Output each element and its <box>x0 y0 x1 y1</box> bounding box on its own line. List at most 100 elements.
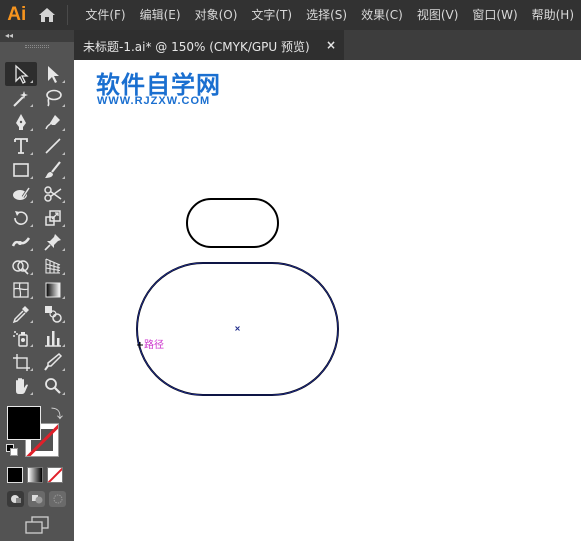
lasso-icon <box>46 89 62 107</box>
gradient-tool[interactable] <box>37 278 69 302</box>
artboard-icon <box>13 354 30 371</box>
draw-behind-icon <box>31 495 42 504</box>
menu-help[interactable]: 帮助(H) <box>525 0 581 30</box>
menu-bar: Ai 文件(F) 编辑(E) 对象(O) 文字(T) 选择(S) 效果(C) 视… <box>0 0 581 30</box>
curvature-pen-icon <box>45 115 60 130</box>
symbol-sprayer-tool[interactable] <box>5 326 37 350</box>
selection-tool[interactable] <box>5 62 37 86</box>
menu-separator <box>67 5 69 25</box>
direct-selection-tool[interactable] <box>37 62 69 86</box>
document-tab[interactable]: 未标题-1.ai* @ 150% (CMYK/GPU 预览) × <box>74 30 344 60</box>
menu-window[interactable]: 窗口(W) <box>465 0 524 30</box>
fill-stroke-widget: ⤵ <box>5 403 69 463</box>
menu-type[interactable]: 文字(T) <box>244 0 299 30</box>
panel-grip[interactable] <box>0 42 74 50</box>
center-point-marker <box>235 326 240 331</box>
rotate-tool[interactable] <box>5 206 37 230</box>
menu-file[interactable]: 文件(F) <box>78 0 132 30</box>
gradient-icon <box>45 282 61 298</box>
line-segment-icon <box>45 138 61 154</box>
home-icon <box>39 8 56 22</box>
small-rounded-rectangle[interactable] <box>186 198 279 248</box>
menu-effect[interactable]: 效果(C) <box>354 0 410 30</box>
menu-object[interactable]: 对象(O) <box>188 0 245 30</box>
scale-icon <box>45 210 61 226</box>
draw-inside-icon <box>53 494 62 504</box>
zoom-tool[interactable] <box>37 374 69 398</box>
artboard-canvas[interactable]: 软件自学网 WWW.RJZXW.COM 路径 <box>74 60 581 541</box>
magic-wand-tool[interactable] <box>5 86 37 110</box>
screen-mode-icon[interactable] <box>24 516 50 534</box>
curvature-tool[interactable] <box>37 110 69 134</box>
column-graph-tool[interactable] <box>37 326 69 350</box>
draw-normal-button[interactable] <box>7 491 24 507</box>
scissors-tool[interactable] <box>37 182 69 206</box>
paintbrush-icon <box>45 161 61 178</box>
hand-icon <box>16 378 28 394</box>
direct-selection-arrow-icon <box>48 66 59 83</box>
tools-panel: ◂◂ ⤵ <box>0 30 74 541</box>
default-colors-icon[interactable] <box>6 444 18 456</box>
draw-inside-button[interactable] <box>49 491 66 507</box>
draw-normal-icon <box>10 495 21 503</box>
line-segment-tool[interactable] <box>37 134 69 158</box>
pen-nib-icon <box>16 114 26 130</box>
fill-color-swatch[interactable] <box>7 406 41 440</box>
shape-builder-tool[interactable] <box>5 254 37 278</box>
rectangle-tool[interactable] <box>5 158 37 182</box>
width-tool[interactable] <box>5 230 37 254</box>
magnifier-icon <box>45 378 61 394</box>
draw-behind-button[interactable] <box>28 491 45 507</box>
swap-fill-stroke-icon[interactable]: ⤵ <box>51 405 63 422</box>
rotate-icon <box>14 211 28 225</box>
close-icon[interactable]: × <box>326 38 336 52</box>
perspective-grid-tool[interactable] <box>37 254 69 278</box>
pushpin-icon <box>44 234 61 251</box>
document-tab-label: 未标题-1.ai* @ 150% (CMYK/GPU 预览) <box>83 39 310 54</box>
artboard-tool[interactable] <box>5 350 37 374</box>
slice-tool[interactable] <box>37 350 69 374</box>
shaper-icon <box>13 187 31 200</box>
eyedropper-icon <box>12 306 29 324</box>
type-t-icon <box>14 138 28 154</box>
scissors-icon <box>44 186 62 202</box>
tool-grid <box>5 62 69 398</box>
width-icon <box>11 237 31 247</box>
color-mode-buttons <box>5 467 69 485</box>
menu-edit[interactable]: 编辑(E) <box>133 0 188 30</box>
puppet-warp-tool[interactable] <box>37 230 69 254</box>
document-tab-bar: 未标题-1.ai* @ 150% (CMYK/GPU 预览) × <box>74 30 581 60</box>
drawing-mode-buttons <box>5 491 69 509</box>
blend-icon <box>45 306 62 323</box>
pen-tool[interactable] <box>5 110 37 134</box>
menu-select[interactable]: 选择(S) <box>299 0 354 30</box>
blend-tool[interactable] <box>37 302 69 326</box>
home-button[interactable] <box>33 0 61 30</box>
shaper-tool[interactable] <box>5 182 37 206</box>
rectangle-icon <box>13 163 29 177</box>
scale-tool[interactable] <box>37 206 69 230</box>
mesh-tool[interactable] <box>5 278 37 302</box>
perspective-grid-icon <box>45 258 61 274</box>
spray-can-icon <box>13 331 28 347</box>
illustrator-window: Ai 文件(F) 编辑(E) 对象(O) 文字(T) 选择(S) 效果(C) 视… <box>0 0 581 541</box>
app-logo: Ai <box>7 4 27 25</box>
none-mode-button[interactable] <box>47 467 63 483</box>
column-graph-icon <box>45 331 61 347</box>
type-tool[interactable] <box>5 134 37 158</box>
menu-view[interactable]: 视图(V) <box>410 0 466 30</box>
menu-items: 文件(F) 编辑(E) 对象(O) 文字(T) 选择(S) 效果(C) 视图(V… <box>78 0 581 30</box>
collapse-panel-icon[interactable]: ◂◂ <box>5 30 13 42</box>
mesh-icon <box>13 282 29 298</box>
tools-panel-header: ◂◂ <box>0 30 74 42</box>
paintbrush-tool[interactable] <box>37 158 69 182</box>
eyedropper-tool[interactable] <box>5 302 37 326</box>
lasso-tool[interactable] <box>37 86 69 110</box>
color-mode-button[interactable] <box>7 467 23 483</box>
hand-tool[interactable] <box>5 374 37 398</box>
path-hint-label: 路径 <box>144 340 164 351</box>
slice-knife-icon <box>44 352 63 371</box>
selection-arrow-icon <box>15 64 29 84</box>
magic-wand-icon <box>13 91 28 107</box>
gradient-mode-button[interactable] <box>27 467 43 483</box>
